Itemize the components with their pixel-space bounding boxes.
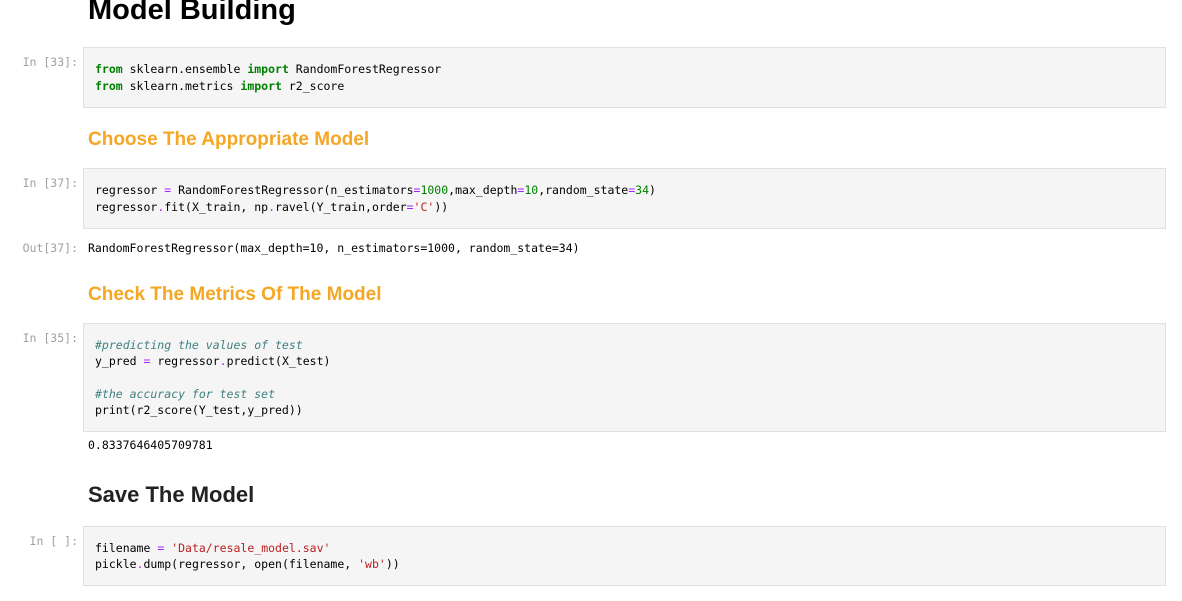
code-line: print(r2_score(Y_test,y_pred)) xyxy=(95,403,303,417)
code-line: #predicting the values of test xyxy=(95,338,303,352)
input-prompt: In [ ]: xyxy=(29,534,78,548)
heading-model-building: Model Building xyxy=(88,0,296,26)
heading-check-metrics: Check The Metrics Of The Model xyxy=(88,284,382,305)
code-line: filename = 'Data/resale_model.sav' xyxy=(95,541,331,555)
code-line: pickle.dump(regressor, open(filename, 'w… xyxy=(95,557,400,571)
code-cell[interactable]: #predicting the values of test y_pred = … xyxy=(83,323,1166,432)
code-line: regressor = RandomForestRegressor(n_esti… xyxy=(95,183,656,197)
heading-save-model: Save The Model xyxy=(88,482,255,507)
code-cell[interactable]: regressor = RandomForestRegressor(n_esti… xyxy=(83,168,1166,229)
input-prompt: In [35]: xyxy=(22,331,78,345)
input-prompt: In [37]: xyxy=(22,176,78,190)
code-line: from sklearn.metrics import r2_score xyxy=(95,79,345,93)
code-line: y_pred = regressor.predict(X_test) xyxy=(95,354,331,368)
output-prompt: Out[37]: xyxy=(22,241,78,255)
heading-choose-model: Choose The Appropriate Model xyxy=(88,129,370,150)
input-prompt: In [33]: xyxy=(22,55,78,69)
cell-output: RandomForestRegressor(max_depth=10, n_es… xyxy=(88,241,580,255)
code-cell[interactable]: filename = 'Data/resale_model.sav' pickl… xyxy=(83,526,1166,586)
code-line: regressor.fit(X_train, np.ravel(Y_train,… xyxy=(95,200,449,214)
code-cell[interactable]: from sklearn.ensemble import RandomFores… xyxy=(83,47,1166,108)
code-line: from sklearn.ensemble import RandomFores… xyxy=(95,62,442,76)
cell-output: 0.8337646405709781 xyxy=(88,438,213,452)
code-line: #the accuracy for test set xyxy=(95,387,276,401)
